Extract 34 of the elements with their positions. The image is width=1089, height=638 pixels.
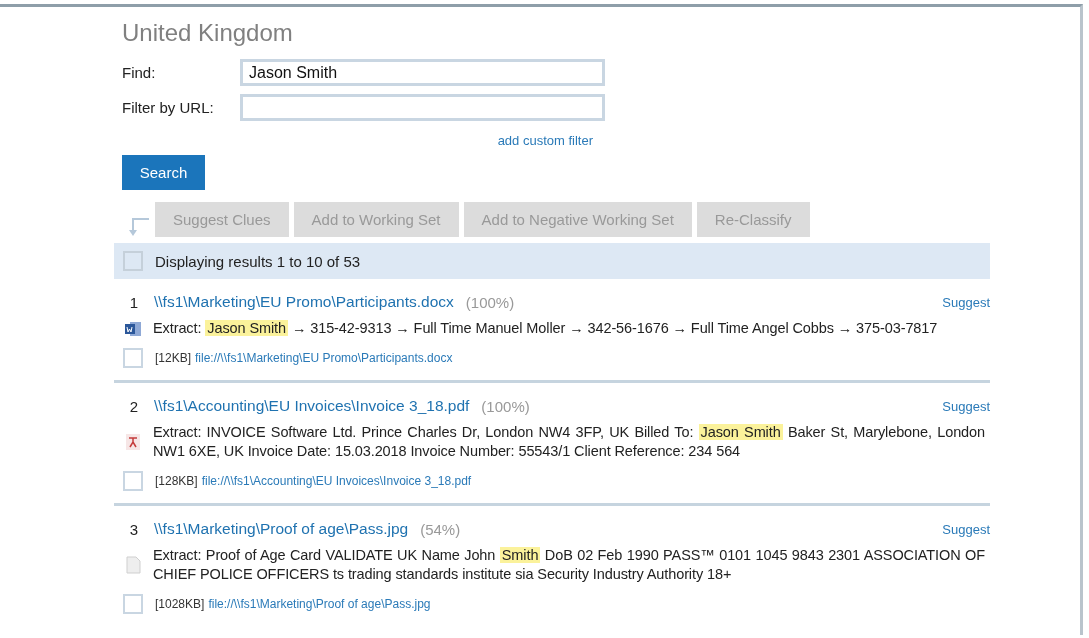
checkbox[interactable] — [123, 348, 143, 368]
url-filter-field[interactable] — [240, 94, 605, 121]
file-url-link[interactable]: file://\\fs1\Accounting\EU Invoices\Invoice 3_18.pdf — [201, 474, 472, 488]
suggest-link[interactable]: Suggest — [942, 398, 990, 414]
result-path-link[interactable]: \\fs1\Marketing\Proof of age\Pass.jpg — [154, 520, 409, 538]
file-size: [1028KB] — [155, 597, 205, 611]
search-button[interactable]: Search — [122, 155, 205, 190]
field-label: Filter by URL: — [122, 99, 215, 116]
result-number: 1 — [128, 293, 140, 311]
field-label: Find: — [122, 64, 157, 81]
extract-text: Extract: Proof of Age Card VALIDATE UK Name John Smith DoB 02 Feb 1990 PASS™ 0101 1045 9843 2301 ASSOCIATION OF CHIEF POLICE OFFICERS ts trading standards institute sia Security Industry Authority 18+ — [153, 546, 985, 584]
results-count: Displaying results 1 to 10 of 53 — [155, 252, 361, 270]
page-title: United Kingdom — [122, 19, 294, 48]
checkbox[interactable] — [123, 251, 143, 271]
result-path-link[interactable]: \\fs1\Accounting\EU Invoices\Invoice 3_18.pdf — [154, 397, 470, 415]
match-score: (100%) — [465, 293, 515, 311]
result-number: 3 — [128, 520, 140, 538]
checkbox[interactable] — [123, 471, 143, 491]
extract-text: Extract: Jason Smith → 315-42-9313 → Full Time Manuel Moller → 342-56-1676 → Full Time Angel Cobbs → 375-03-7817 — [153, 319, 939, 338]
extract-text: Extract: INVOICE Software Ltd. Prince Charles Dr, London NW4 3FP, UK Billed To: Jason Smith Baker St, Marylebone, London NW1 6XE, UK Invoice Date: 15.03.2018 Invoice Number: 55543/1 Client Reference: 234 564 — [153, 423, 985, 461]
match-score: (54%) — [420, 520, 461, 538]
match-score: (100%) — [481, 397, 530, 415]
corner-arrow-icon — [128, 217, 150, 237]
find-field[interactable]: Jason Smith — [240, 59, 605, 86]
result-path-link[interactable]: \\fs1\Marketing\EU Promo\Participants.docx — [154, 293, 454, 311]
custom-filter-link[interactable]: add custom filter — [497, 133, 593, 148]
suggest-link[interactable]: Suggest — [942, 521, 990, 537]
file-url-link[interactable]: file://\\fs1\Marketing\EU Promo\Participants.docx — [195, 351, 453, 365]
file-size: [128KB] — [155, 474, 198, 488]
checkbox[interactable] — [123, 594, 143, 614]
file-url-link[interactable]: file://\\fs1\Marketing\Proof of age\Pass.jpg — [208, 597, 431, 611]
file-size: [12KB] — [155, 351, 192, 365]
suggest-link[interactable]: Suggest — [942, 294, 990, 310]
result-number: 2 — [128, 397, 140, 415]
